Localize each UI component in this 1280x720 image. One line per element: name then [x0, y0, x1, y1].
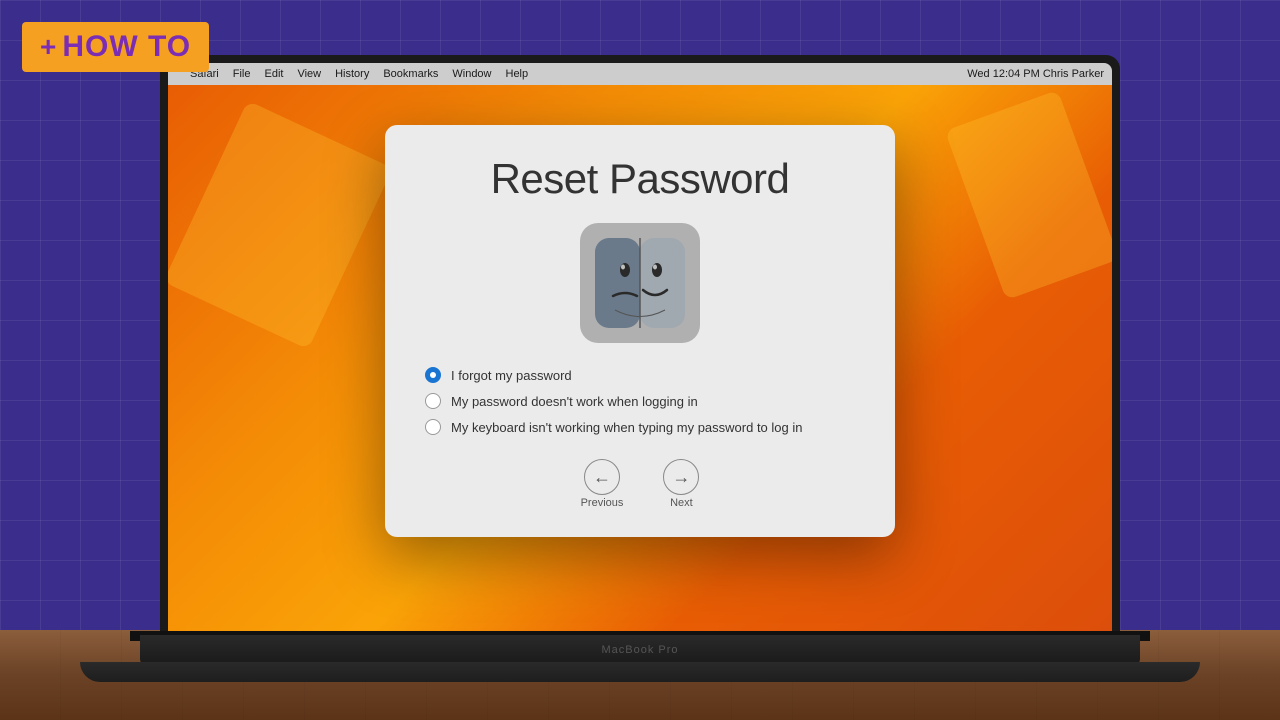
laptop-brand-label: MacBook Pro — [601, 644, 678, 656]
radio-doesnt-work[interactable] — [425, 393, 441, 409]
reset-password-dialog: Reset Password — [385, 125, 895, 537]
previous-arrow-icon: ← — [584, 459, 620, 495]
laptop-bottom: MacBook Pro — [140, 635, 1140, 665]
next-button[interactable]: → Next — [663, 459, 699, 509]
menu-history[interactable]: History — [335, 68, 369, 80]
nav-buttons: ← Previous → Next — [581, 459, 700, 509]
previous-button[interactable]: ← Previous — [581, 459, 624, 509]
laptop-bezel: Safari File Edit View History Bookmarks … — [160, 55, 1120, 635]
option-forgot-password-label: I forgot my password — [451, 368, 572, 383]
menubar: Safari File Edit View History Bookmarks … — [168, 63, 1112, 85]
menu-help[interactable]: Help — [506, 68, 529, 80]
desktop-wallpaper: Reset Password — [168, 85, 1112, 635]
option-keyboard-label: My keyboard isn't working when typing my… — [451, 420, 802, 435]
next-label: Next — [670, 497, 693, 509]
finder-icon — [580, 223, 700, 343]
deco-right — [945, 90, 1112, 300]
option-keyboard[interactable]: My keyboard isn't working when typing my… — [425, 419, 855, 435]
laptop: Safari File Edit View History Bookmarks … — [160, 55, 1120, 720]
options-list: I forgot my password My password doesn't… — [425, 367, 855, 435]
deco-left — [168, 101, 393, 350]
menu-edit[interactable]: Edit — [264, 68, 283, 80]
radio-forgot-password[interactable] — [425, 367, 441, 383]
how-to-text: HOW TO — [62, 32, 191, 62]
next-arrow-icon: → — [663, 459, 699, 495]
how-to-badge: + HOW TO — [22, 22, 209, 72]
option-doesnt-work-label: My password doesn't work when logging in — [451, 394, 698, 409]
laptop-screen: Safari File Edit View History Bookmarks … — [168, 63, 1112, 635]
menu-bookmarks[interactable]: Bookmarks — [383, 68, 438, 80]
menu-status: Wed 12:04 PM Chris Parker — [967, 68, 1104, 80]
menu-file[interactable]: File — [233, 68, 251, 80]
menu-window[interactable]: Window — [452, 68, 491, 80]
menu-view[interactable]: View — [297, 68, 321, 80]
previous-label: Previous — [581, 497, 624, 509]
option-forgot-password[interactable]: I forgot my password — [425, 367, 855, 383]
finder-svg — [595, 238, 685, 328]
plus-icon: + — [40, 33, 56, 61]
option-doesnt-work[interactable]: My password doesn't work when logging in — [425, 393, 855, 409]
radio-keyboard[interactable] — [425, 419, 441, 435]
dialog-title: Reset Password — [491, 155, 790, 203]
menubar-right: Wed 12:04 PM Chris Parker — [967, 68, 1104, 80]
menubar-left: Safari File Edit View History Bookmarks … — [176, 68, 953, 80]
laptop-base — [80, 662, 1200, 682]
